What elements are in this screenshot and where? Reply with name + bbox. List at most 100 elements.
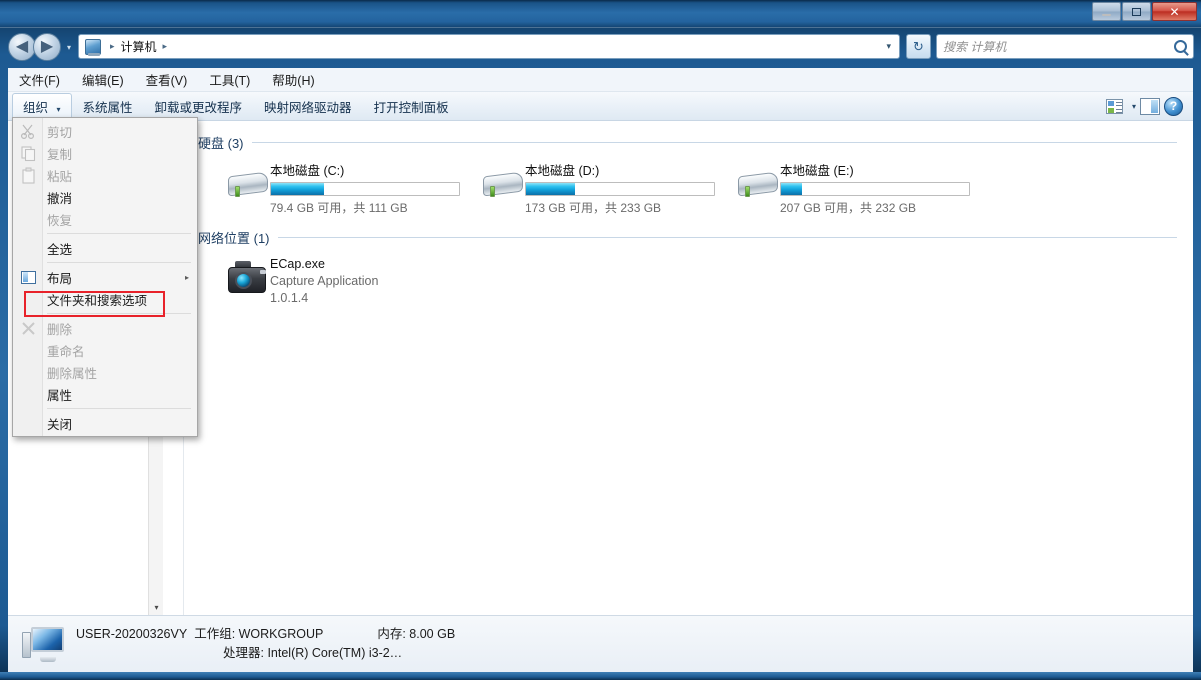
menu-item-folder-and-search-options[interactable]: 文件夹和搜索选项 bbox=[13, 288, 197, 310]
menu-item-label: 删除属性 bbox=[47, 363, 97, 382]
menu-file[interactable]: 文件(F) bbox=[8, 67, 71, 92]
spacer bbox=[76, 644, 223, 663]
preview-pane-icon[interactable] bbox=[1140, 98, 1160, 115]
window-bottom-edge bbox=[0, 672, 1201, 680]
menu-item-select-all[interactable]: 全选 bbox=[13, 237, 197, 259]
drive-capacity-text: 79.4 GB 可用，共 111 GB bbox=[270, 199, 460, 216]
menu-item-label: 删除 bbox=[47, 319, 72, 338]
chevron-down-icon: ▾ bbox=[57, 105, 61, 114]
menu-separator bbox=[47, 262, 191, 263]
back-arrow-icon: ◀ bbox=[16, 39, 28, 55]
menu-help[interactable]: 帮助(H) bbox=[261, 67, 325, 92]
menu-separator bbox=[47, 408, 191, 409]
breadcrumb-separator-1[interactable]: ▸ bbox=[104, 41, 121, 52]
change-view-icon[interactable] bbox=[1106, 99, 1123, 114]
system-properties-button[interactable]: 系统属性 bbox=[72, 93, 144, 120]
breadcrumb-computer[interactable]: 计算机 bbox=[121, 38, 157, 55]
capacity-bar-fill bbox=[526, 183, 575, 195]
open-control-panel-button[interactable]: 打开控制面板 bbox=[363, 93, 460, 120]
organize-button[interactable]: 组织 ▾ bbox=[12, 93, 72, 120]
menu-item-cut[interactable]: 剪切 bbox=[13, 120, 197, 142]
help-icon[interactable]: ? bbox=[1164, 97, 1183, 116]
address-dropdown-caret-icon[interactable]: ▾ bbox=[886, 41, 895, 52]
details-pane: USER-20200326VY 工作组: WORKGROUP 内存: 8.00 … bbox=[8, 615, 1193, 672]
menu-item-label: 文件夹和搜索选项 bbox=[47, 290, 147, 309]
drive-name: 本地磁盘 (E:) bbox=[780, 160, 970, 179]
drive-list: 本地磁盘 (C:) 79.4 GB 可用，共 111 GB 本地磁盘 (D:) … bbox=[184, 154, 1193, 216]
menu-item-label: 全选 bbox=[47, 239, 72, 258]
address-bar[interactable]: ▸ 计算机 ▸ ▾ bbox=[78, 34, 900, 59]
delete-icon bbox=[20, 320, 37, 337]
details-text: USER-20200326VY 工作组: WORKGROUP 内存: 8.00 … bbox=[76, 625, 455, 663]
menu-item-paste[interactable]: 粘贴 bbox=[13, 164, 197, 186]
close-button[interactable]: ✕ bbox=[1152, 2, 1197, 21]
address-row: ◀ ▶ ▾ ▸ 计算机 ▸ ▾ ↻ 搜索 计算机 bbox=[0, 28, 1201, 66]
capacity-bar bbox=[525, 182, 715, 196]
drive-capacity-text: 207 GB 可用，共 232 GB bbox=[780, 199, 970, 216]
computer-monitor-icon bbox=[22, 625, 66, 663]
explorer-window: ✕ ◀ ▶ ▾ ▸ 计算机 ▸ ▾ ↻ 搜索 计算机 文 bbox=[0, 0, 1201, 680]
drive-capacity-text: 173 GB 可用，共 233 GB bbox=[525, 199, 715, 216]
menu-item-layout[interactable]: 布局 ▸ bbox=[13, 266, 197, 288]
scissors-icon bbox=[20, 123, 37, 140]
menu-edit[interactable]: 编辑(E) bbox=[71, 67, 135, 92]
maximize-icon bbox=[1132, 8, 1141, 16]
view-chevron-down-icon[interactable]: ▾ bbox=[1132, 102, 1136, 111]
menu-item-close[interactable]: 关闭 bbox=[13, 412, 197, 434]
details-row-1: USER-20200326VY 工作组: WORKGROUP 内存: 8.00 … bbox=[76, 625, 455, 644]
capacity-bar-fill bbox=[271, 183, 324, 195]
drive-text: 本地磁盘 (E:) 207 GB 可用，共 232 GB bbox=[780, 158, 970, 216]
map-network-drive-button[interactable]: 映射网络驱动器 bbox=[253, 93, 363, 120]
drive-item-d[interactable]: 本地磁盘 (D:) 173 GB 可用，共 233 GB bbox=[481, 158, 736, 216]
scroll-down-arrow-icon[interactable]: ▾ bbox=[149, 599, 164, 615]
organize-dropdown-menu: 剪切 复制 粘贴 撤消 恢复 全选 bbox=[12, 117, 198, 437]
menu-item-label: 布局 bbox=[47, 268, 72, 287]
network-item-ecap[interactable]: ECap.exe Capture Application 1.0.1.4 bbox=[184, 249, 1193, 305]
menu-tools[interactable]: 工具(T) bbox=[198, 67, 261, 92]
minimize-button[interactable] bbox=[1092, 2, 1121, 21]
menu-separator bbox=[47, 233, 191, 234]
network-item-text: ECap.exe Capture Application 1.0.1.4 bbox=[270, 253, 378, 305]
forward-button[interactable]: ▶ bbox=[33, 33, 61, 61]
menu-item-copy[interactable]: 复制 bbox=[13, 142, 197, 164]
menu-item-remove-properties[interactable]: 删除属性 bbox=[13, 361, 197, 383]
maximize-button[interactable] bbox=[1122, 2, 1151, 21]
drive-name: 本地磁盘 (D:) bbox=[525, 160, 715, 179]
drive-item-e[interactable]: 本地磁盘 (E:) 207 GB 可用，共 232 GB bbox=[736, 158, 991, 216]
toolbar-right-group: ▾ ? bbox=[1106, 97, 1193, 116]
organize-label: 组织 bbox=[23, 101, 48, 115]
recent-pages-caret-icon[interactable]: ▾ bbox=[67, 43, 71, 52]
menu-item-label: 粘贴 bbox=[47, 166, 72, 185]
capacity-bar-fill bbox=[781, 183, 802, 195]
menu-item-label: 属性 bbox=[47, 385, 72, 404]
menu-item-undo[interactable]: 撤消 bbox=[13, 186, 197, 208]
menu-item-properties[interactable]: 属性 bbox=[13, 383, 197, 405]
menu-item-label: 重命名 bbox=[47, 341, 85, 360]
details-row-2: 处理器: Intel(R) Core(TM) i3-2… bbox=[76, 644, 455, 663]
menu-item-label: 撤消 bbox=[47, 188, 72, 207]
menu-item-label: 恢复 bbox=[47, 210, 72, 229]
menu-item-redo[interactable]: 恢复 bbox=[13, 208, 197, 230]
workgroup-label: 工作组: WORKGROUP bbox=[194, 625, 323, 644]
menu-item-label: 剪切 bbox=[47, 122, 72, 141]
memory-label: 内存: 8.00 GB bbox=[377, 625, 455, 644]
hard-drive-icon bbox=[736, 168, 780, 202]
layout-icon bbox=[20, 269, 37, 286]
refresh-button[interactable]: ↻ bbox=[906, 34, 931, 59]
navigation-buttons: ◀ ▶ ▾ bbox=[8, 33, 71, 61]
drive-item-c[interactable]: 本地磁盘 (C:) 79.4 GB 可用，共 111 GB bbox=[226, 158, 481, 216]
breadcrumb-separator-2[interactable]: ▸ bbox=[157, 41, 174, 52]
processor-label: 处理器: Intel(R) Core(TM) i3-2… bbox=[223, 644, 402, 663]
window-controls: ✕ bbox=[1092, 2, 1197, 21]
menu-item-delete[interactable]: 删除 bbox=[13, 317, 197, 339]
network-item-description: Capture Application bbox=[270, 274, 378, 288]
menu-view[interactable]: 查看(V) bbox=[135, 67, 199, 92]
menu-separator bbox=[47, 313, 191, 314]
content-pane: 硬盘 (3) 本地磁盘 (C:) 79.4 GB 可用，共 111 GB 本地磁… bbox=[184, 121, 1193, 615]
search-input[interactable]: 搜索 计算机 bbox=[936, 34, 1194, 59]
uninstall-change-program-button[interactable]: 卸载或更改程序 bbox=[144, 93, 254, 120]
network-item-name: ECap.exe bbox=[270, 257, 378, 271]
back-button[interactable]: ◀ bbox=[8, 33, 36, 61]
menu-item-rename[interactable]: 重命名 bbox=[13, 339, 197, 361]
submenu-arrow-icon: ▸ bbox=[185, 273, 189, 282]
